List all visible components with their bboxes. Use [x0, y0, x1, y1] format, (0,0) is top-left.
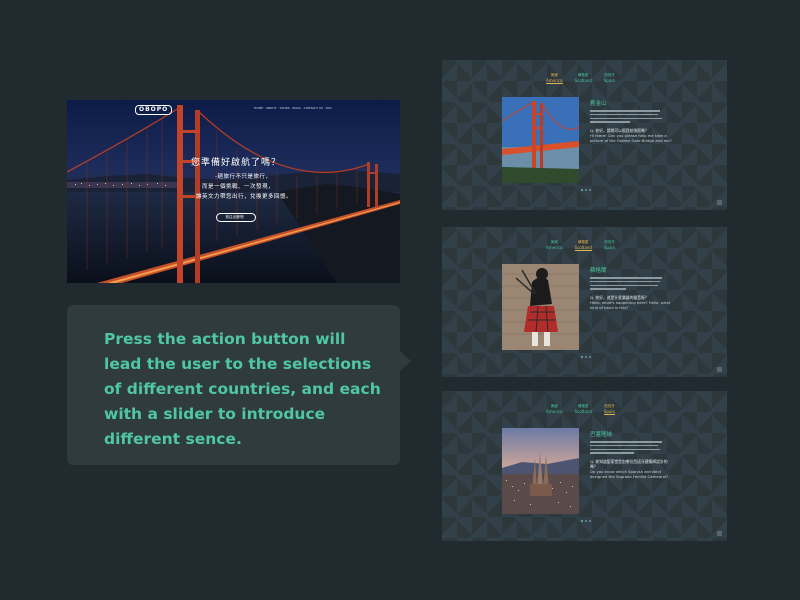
barcelona-photo [502, 428, 579, 514]
slider-dots[interactable] [581, 189, 591, 191]
tab-label-en: Scotland [574, 78, 592, 83]
city-title: 舊金山 [590, 101, 607, 107]
tab-america[interactable]: 美國 America [546, 240, 563, 251]
slider-dots[interactable] [581, 356, 591, 358]
expand-icon[interactable] [717, 531, 722, 536]
expand-icon[interactable] [717, 200, 722, 205]
top-navigation[interactable]: HOME · ABOUT · TOURS · BLOG · CONTACT US… [254, 106, 332, 110]
slider-dots[interactable] [581, 520, 591, 522]
description-text [590, 110, 662, 125]
brand-logo[interactable]: OBOPO [135, 105, 173, 115]
hero-subtitle-line-2: 而是一個挑戰、一次發現， [202, 184, 275, 190]
tab-label-en: Scotland [574, 245, 592, 250]
expand-icon[interactable] [717, 367, 722, 372]
tab-america[interactable]: 美國 America [546, 404, 563, 415]
tab-label-en: America [546, 409, 563, 414]
country-tabs: 美國 America 蘇格蘭 Scotland 西班牙 Spain [546, 240, 615, 251]
annotation-callout: Press the action button will lead the us… [67, 305, 411, 465]
tab-scotland[interactable]: 蘇格蘭 Scotland [575, 404, 592, 415]
country-tabs: 美國 America 蘇格蘭 Scotland 西班牙 Spain [546, 404, 616, 415]
question-en: Hello, what's happening here? Hello, wha… [590, 300, 671, 310]
tab-label-en: America [546, 245, 563, 250]
question-en: Hi there! Can you please help me take a … [590, 133, 672, 143]
question-zh: Q. 你知道聖家堂是由哪位西班牙建築師設計的嗎？ [590, 459, 668, 469]
sample-question: Q. 你好，這是什麼樂器的聲音呀？ Hello, what's happenin… [590, 295, 674, 310]
tab-scotland[interactable]: 蘇格蘭 Scotland [575, 73, 592, 84]
sample-question: Q. 你好，請問可以幫我拍張照嗎？ Hi there! Can you plea… [590, 128, 674, 143]
city-title: 蘇格蘭 [590, 268, 607, 274]
country-tabs: 美國 America 蘇格蘭 Scotland 西班牙 Spain [546, 73, 615, 84]
country-panel-scotland: 美國 America 蘇格蘭 Scotland 西班牙 Spain 蘇格蘭 Q.… [442, 227, 727, 377]
start-journey-button[interactable]: 前往出發吧！ [216, 213, 256, 222]
question-en: Do you know which Spanish architect desi… [590, 469, 669, 479]
hero-banner: OBOPO HOME · ABOUT · TOURS · BLOG · CONT… [67, 100, 400, 283]
country-panel-america: 美國 America 蘇格蘭 Scotland 西班牙 Spain 舊金山 Q.… [442, 60, 727, 210]
description-text [590, 277, 662, 292]
tab-label-en: Scotland [574, 409, 592, 414]
tab-spain[interactable]: 西班牙 Spain [604, 240, 615, 251]
city-title: 巴塞隆納 [590, 432, 613, 438]
tab-label-en: Spain [603, 245, 616, 250]
tab-spain[interactable]: 西班牙 Spain [604, 73, 615, 84]
hero-subtitle-line-3: 讓英文力帶您出行，兌換更多回憶。 [196, 194, 293, 200]
tab-spain[interactable]: 西班牙 Spain [603, 404, 616, 415]
country-panel-spain: 美國 America 蘇格蘭 Scotland 西班牙 Spain 巴塞隆納 Q… [442, 391, 727, 541]
sample-question: Q. 你知道聖家堂是由哪位西班牙建築師設計的嗎？ Do you know whi… [590, 459, 674, 479]
hero-headline: 您準備好啟航了嗎？ [191, 158, 282, 168]
tab-america[interactable]: 美國 America [546, 73, 563, 84]
callout-message: Press the action button will lead the us… [104, 330, 381, 448]
tab-label-en: Spain [603, 409, 616, 414]
callout-pointer [400, 351, 411, 371]
bagpiper-photo [502, 264, 579, 350]
tab-label-en: America [546, 78, 563, 83]
tab-scotland[interactable]: 蘇格蘭 Scotland [574, 240, 592, 251]
hero-subtitle-line-1: -趟旅行不只是旅行， [215, 174, 272, 180]
golden-gate-photo [502, 97, 579, 183]
tab-label-en: Spain [603, 78, 616, 83]
description-text [590, 441, 662, 456]
